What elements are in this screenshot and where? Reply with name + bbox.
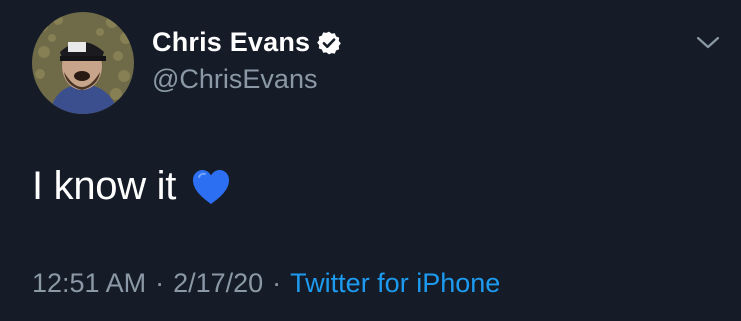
profile-photo — [32, 12, 134, 114]
meta-separator: · — [272, 268, 282, 298]
tweet-time[interactable]: 12:51 AM — [32, 268, 146, 299]
tweet-meta: 12:51 AM · 2/17/20 · Twitter for iPhone — [32, 268, 500, 299]
tweet-date[interactable]: 2/17/20 — [173, 268, 263, 299]
display-name[interactable]: Chris Evans — [152, 27, 310, 58]
chevron-down-icon[interactable] — [695, 34, 721, 52]
author-row: Chris Evans — [152, 27, 342, 58]
verified-badge-icon — [317, 31, 342, 54]
tweet-body: I know it — [32, 164, 232, 209]
username-handle[interactable]: @ChrisEvans — [152, 64, 317, 95]
avatar[interactable] — [32, 12, 134, 114]
meta-separator: · — [155, 268, 165, 298]
tweet-source-link[interactable]: Twitter for iPhone — [290, 268, 500, 299]
blue-heart-icon — [193, 169, 230, 204]
tweet-text: I know it — [32, 164, 177, 208]
tweet-card: Chris Evans @ChrisEvans I know it 12:51 … — [0, 0, 741, 321]
